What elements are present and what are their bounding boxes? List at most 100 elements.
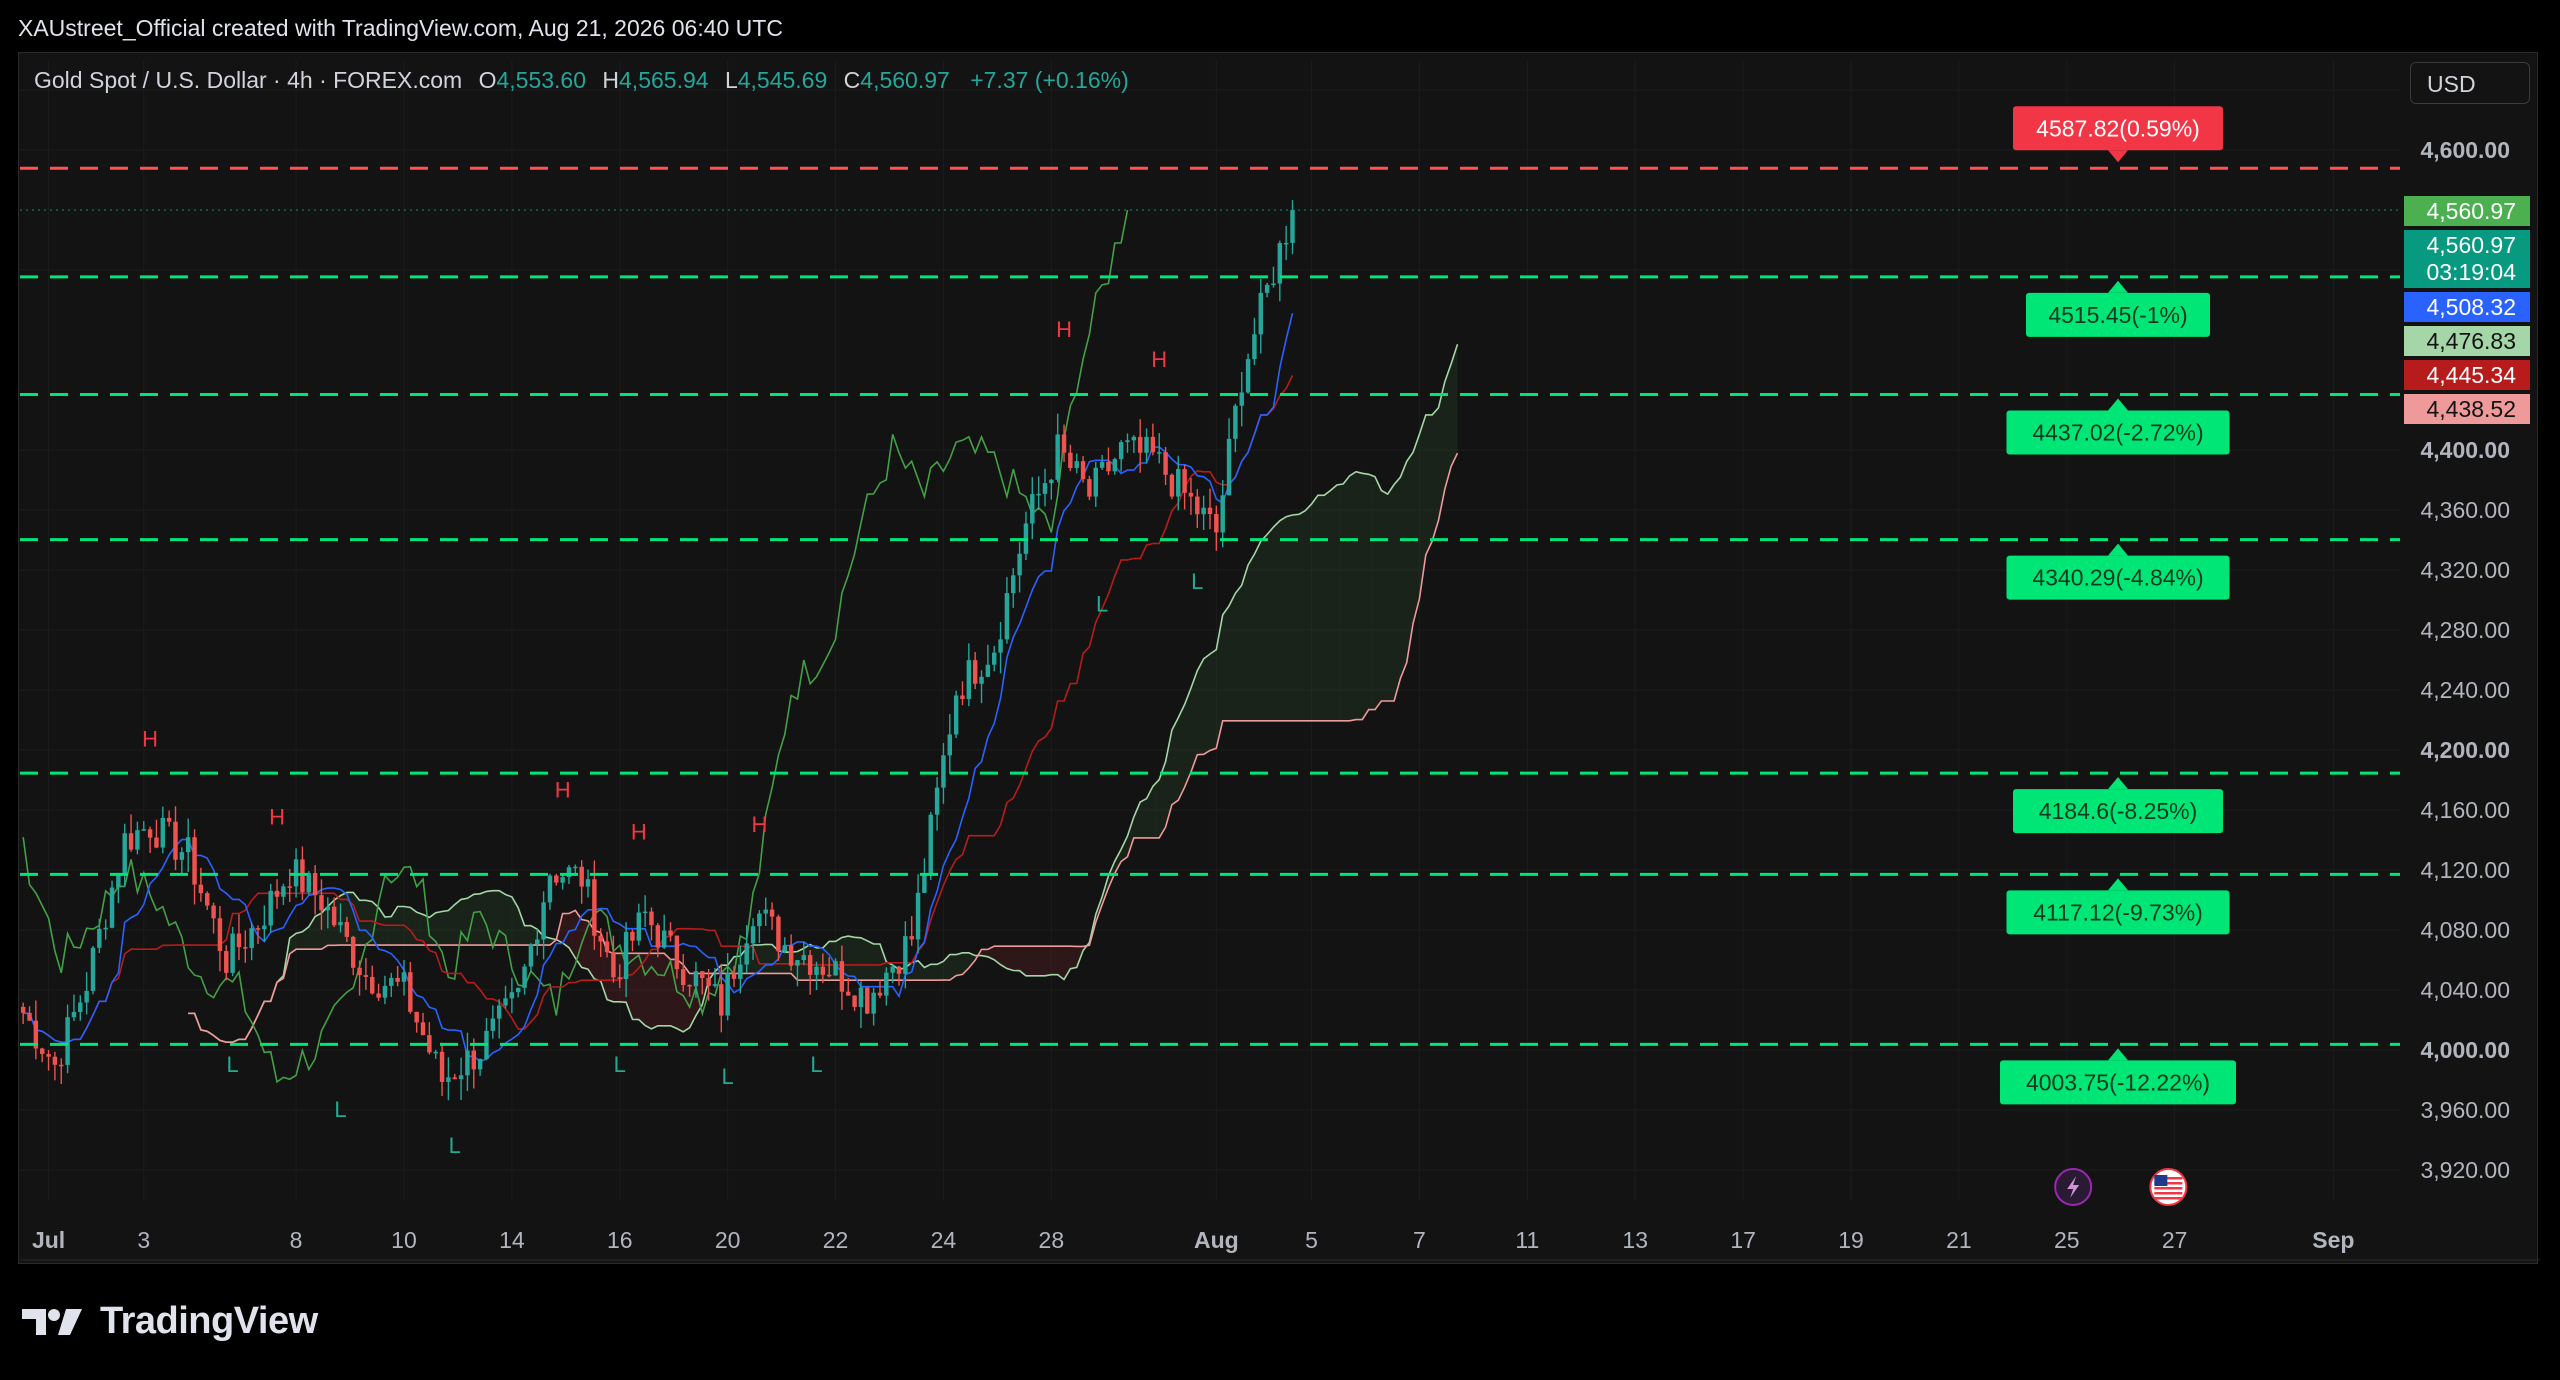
candle-body — [477, 1058, 483, 1070]
candle-body — [1264, 284, 1270, 293]
pivot-low-label: L — [1191, 569, 1203, 594]
candle-body — [503, 998, 508, 1006]
price-badge-text: 4,476.83 — [2426, 328, 2516, 354]
candle-body — [757, 913, 762, 927]
price-badge-text: 4,560.97 — [2426, 232, 2516, 258]
candle-body — [1182, 469, 1187, 493]
y-axis-tick: 4,320.00 — [2420, 557, 2510, 583]
candle-body — [274, 890, 280, 897]
open-label: O — [478, 67, 497, 93]
pivot-high-label: H — [631, 820, 647, 845]
candle-body — [185, 837, 191, 853]
candle-body — [579, 866, 584, 887]
price-badge-text: 4,445.34 — [2426, 362, 2516, 388]
cloud-segment — [1006, 946, 1014, 971]
candle-body — [877, 992, 883, 996]
candle-body — [890, 966, 895, 973]
candle-body — [1258, 292, 1263, 335]
candle-body — [1049, 479, 1054, 484]
candle-body — [871, 992, 876, 1014]
candle-body — [1030, 494, 1035, 524]
candle-body — [1118, 442, 1124, 460]
candle-body — [401, 972, 407, 982]
currency-button[interactable]: USD — [2410, 62, 2530, 104]
level-label: 4184.6(-8.25%) — [2039, 798, 2198, 824]
cloud-segment — [315, 913, 322, 950]
cloud-segment — [1425, 414, 1433, 555]
candle-body — [712, 984, 718, 986]
x-axis-tick: 22 — [823, 1227, 849, 1253]
cloud-segment — [651, 953, 658, 1029]
candle-body — [807, 955, 813, 975]
high-label: H — [602, 67, 620, 93]
candle-body — [1125, 440, 1130, 443]
us-flag-canton — [2154, 1175, 2168, 1186]
cloud-segment — [1222, 605, 1230, 721]
candle-body — [763, 909, 768, 914]
candle-body — [1080, 461, 1086, 480]
x-axis-tick: 5 — [1305, 1227, 1318, 1253]
level-label-pointer — [2108, 777, 2128, 790]
candle-body — [1087, 479, 1092, 497]
candle-body — [1283, 242, 1289, 245]
candle-body — [979, 676, 984, 684]
close-value: 4,560.97 — [860, 67, 950, 93]
candle-body — [179, 852, 185, 860]
candle-body — [846, 991, 851, 996]
y-axis-tick: 4,080.00 — [2420, 917, 2510, 943]
cloud-segment — [873, 944, 880, 981]
level-label: 4340.29(-4.84%) — [2032, 565, 2203, 591]
cloud-segment — [854, 937, 861, 981]
cloud-segment — [499, 890, 506, 946]
candlestick-chart[interactable]: H H L L L H H L L H L H H L L 4587.82(0.59%) 4515.45(-1%… — [0, 0, 2560, 1380]
candle-body — [224, 951, 229, 973]
y-axis-tick: 4,040.00 — [2420, 977, 2510, 1003]
candle-body — [1093, 467, 1098, 497]
cloud-segment — [1241, 564, 1249, 721]
candle-body — [39, 1048, 45, 1054]
x-axis-tick: 19 — [1838, 1227, 1864, 1253]
us-flag-icon[interactable] — [2149, 1168, 2188, 1206]
cloud-segment — [1197, 658, 1204, 755]
candle-body — [192, 837, 197, 885]
candle-body — [243, 947, 248, 949]
candle-body — [604, 941, 610, 953]
cloud-segment — [1152, 779, 1160, 838]
level-label-pointer — [2108, 878, 2128, 891]
high-value: 4,565.94 — [619, 67, 709, 93]
level-label: 4437.02(-2.72%) — [2032, 419, 2203, 445]
candle-body — [350, 936, 356, 968]
brand-name: TradingView — [100, 1300, 318, 1342]
cloud-segment — [657, 953, 665, 1026]
cloud-segment — [1279, 516, 1287, 721]
candle-body — [966, 660, 972, 699]
cloud-segment — [1032, 946, 1039, 976]
candle-body — [395, 977, 400, 982]
cloud-segment — [1044, 946, 1052, 976]
candle-body — [655, 925, 661, 948]
candle-body — [458, 1075, 464, 1080]
cloud-segment — [930, 964, 938, 981]
x-axis-tick: 10 — [391, 1227, 417, 1253]
candle-body — [693, 971, 699, 987]
candle-body — [59, 1064, 64, 1067]
cloud-segment — [1381, 490, 1388, 701]
candle-body — [852, 995, 857, 1007]
candle-body — [249, 928, 254, 948]
candle-body — [535, 939, 540, 945]
cloud-segment — [632, 953, 639, 1020]
candle-body — [642, 911, 648, 914]
price-badge-text: 4,560.97 — [2426, 198, 2516, 224]
candle-body — [1245, 359, 1251, 393]
cloud-segment — [1311, 495, 1318, 721]
candle-body — [84, 990, 89, 1003]
us-flag-stripe — [2154, 1192, 2183, 1195]
cloud-segment — [1070, 946, 1077, 969]
y-axis-tick: 4,240.00 — [2420, 677, 2510, 703]
candle-body — [1207, 507, 1213, 514]
level-label: 4515.45(-1%) — [2048, 302, 2187, 328]
brand[interactable]: TradingView — [20, 1300, 318, 1343]
lightning-icon[interactable] — [2054, 1168, 2093, 1206]
level-label-pointer — [2108, 543, 2128, 556]
candle-body — [344, 922, 350, 937]
